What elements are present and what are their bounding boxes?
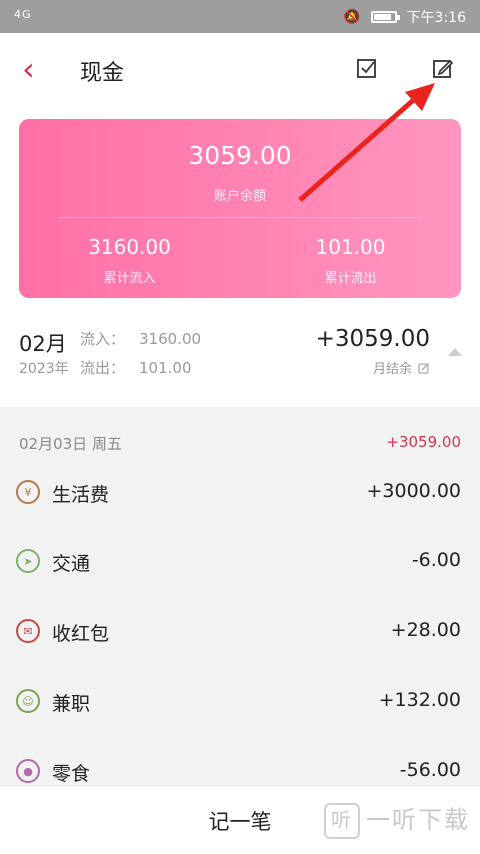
edit-icon[interactable]	[432, 57, 454, 79]
transaction-amount: -56.00	[399, 759, 461, 781]
list-item[interactable]: ☺ 兼职 +132.00	[0, 689, 480, 739]
list-item[interactable]: ✉ 收红包 +28.00	[0, 619, 480, 669]
envelope-icon: ✉	[16, 619, 40, 643]
month-net-label-row[interactable]: 月结余	[373, 358, 430, 377]
watermark: 听一听下载	[324, 800, 470, 839]
transaction-amount: +28.00	[390, 619, 461, 641]
watermark-logo-icon: 听	[324, 803, 360, 839]
outflow-label: 累计流出	[324, 271, 377, 286]
card-divider	[59, 217, 421, 218]
outflow-value: 101.00	[315, 235, 386, 259]
transaction-amount: +3000.00	[366, 480, 462, 502]
day-total: +3059.00	[386, 433, 461, 451]
checkbox-icon[interactable]	[356, 57, 378, 79]
account-balance: 3059.00	[188, 141, 292, 170]
list-item[interactable]: ➤ 交通 -6.00	[0, 549, 480, 599]
month-net-label: 月结余	[372, 362, 412, 377]
paper-plane-icon: ➤	[16, 549, 40, 573]
month-summary[interactable]: 02月 2023年 流入： 3160.00 流出： 101.00 +3059.00 …	[0, 318, 480, 398]
mute-icon: 🔕	[343, 9, 361, 25]
month-inflow: 流入： 3160.00	[80, 328, 201, 349]
watermark-text: 一听下载	[366, 806, 470, 834]
transaction-name: 生活费	[52, 484, 110, 506]
year-label: 2023年	[19, 361, 69, 377]
edit-icon[interactable]	[418, 362, 430, 374]
transaction-amount: +132.00	[378, 689, 461, 711]
month-outflow-value: 101.00	[139, 359, 192, 377]
inflow-value: 3160.00	[88, 235, 171, 259]
list-item[interactable]: ¥ 生活费 +3000.00	[0, 480, 480, 530]
account-summary-card: 3059.00 账户余额 3160.00 累计流入 101.00 累计流出	[19, 119, 461, 298]
month-net: +3059.00	[315, 326, 430, 352]
transaction-name: 零食	[52, 763, 91, 785]
network-indicator: 4G	[14, 8, 32, 21]
person-icon: ☺	[16, 689, 40, 713]
transaction-name: 交通	[52, 553, 91, 575]
inflow-label: 累计流入	[103, 271, 156, 286]
month-label: 02月	[19, 332, 67, 356]
account-balance-label: 账户余额	[213, 189, 266, 204]
status-bar: 4G 🔕 下午3:16	[0, 0, 480, 33]
transaction-amount: -6.00	[411, 549, 461, 571]
back-icon[interactable]: ‹	[22, 51, 52, 87]
outflow-summary: 101.00 累计流出	[240, 235, 461, 286]
battery-icon	[370, 11, 400, 23]
inflow-summary: 3160.00 累计流入	[19, 235, 240, 286]
app-header: ‹ 现金	[0, 33, 480, 108]
yen-icon: ¥	[16, 480, 40, 504]
month-inflow-label: 流入：	[80, 330, 126, 348]
bottom-bar: 记一笔 听一听下载	[0, 785, 480, 854]
month-outflow-label: 流出：	[80, 359, 126, 377]
day-header: 02月03日 周五 +3059.00	[19, 433, 461, 454]
day-date: 02月03日 周五	[19, 435, 122, 453]
transaction-name: 兼职	[52, 693, 91, 715]
month-inflow-value: 3160.00	[139, 330, 202, 348]
clock: 下午3:16	[406, 10, 466, 26]
transaction-name: 收红包	[52, 623, 110, 645]
month-outflow: 流出： 101.00	[80, 357, 192, 378]
lollipop-icon: ●	[16, 759, 40, 783]
collapse-icon[interactable]	[448, 348, 462, 356]
page-title: 现金	[80, 61, 125, 86]
